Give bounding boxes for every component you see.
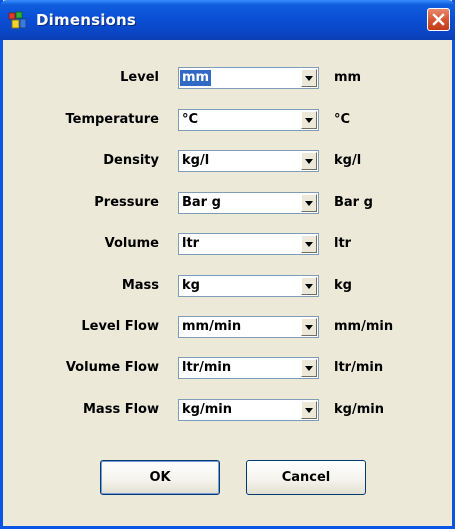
- temperature-select[interactable]: °C: [178, 109, 319, 131]
- chevron-down-icon: [305, 325, 313, 330]
- pressure-unit: Bar g: [334, 195, 373, 210]
- chevron-down-icon: [305, 159, 313, 164]
- mass-dropdown-button[interactable]: [301, 277, 317, 295]
- volume-flow-dropdown-button[interactable]: [301, 359, 317, 377]
- ok-button[interactable]: OK: [100, 460, 220, 495]
- volume-dropdown-button[interactable]: [301, 235, 317, 253]
- pressure-dropdown-button[interactable]: [301, 194, 317, 212]
- app-icon: [8, 11, 28, 31]
- close-button[interactable]: [427, 8, 450, 31]
- volume-flow-label: Volume Flow: [65, 360, 159, 375]
- pressure-select[interactable]: Bar g: [178, 192, 319, 214]
- mass-select[interactable]: kg: [178, 275, 319, 297]
- temperature-unit: °C: [334, 112, 351, 127]
- window-title: Dimensions: [36, 11, 137, 29]
- mass-flow-select[interactable]: kg/min: [178, 399, 319, 421]
- mass-select-value: kg: [182, 278, 200, 293]
- volume-flow-unit: ltr/min: [334, 360, 384, 375]
- level-flow-select-value: mm/min: [182, 319, 242, 334]
- cancel-button[interactable]: Cancel: [246, 460, 366, 495]
- volume-flow-select[interactable]: ltr/min: [178, 357, 319, 379]
- volume-unit: ltr: [334, 236, 352, 251]
- density-select[interactable]: kg/l: [178, 150, 319, 172]
- mass-flow-label: Mass Flow: [83, 402, 159, 417]
- pressure-select-value: Bar g: [182, 195, 221, 210]
- pressure-label: Pressure: [94, 195, 159, 210]
- volume-label: Volume: [104, 236, 159, 251]
- level-unit: mm: [334, 70, 362, 85]
- level-flow-label: Level Flow: [81, 319, 159, 334]
- level-select-value: mm: [180, 70, 212, 86]
- level-flow-select[interactable]: mm/min: [178, 316, 319, 338]
- temperature-select-value: °C: [182, 112, 199, 127]
- mass-flow-dropdown-button[interactable]: [301, 401, 317, 419]
- volume-select-value: ltr: [182, 236, 200, 251]
- temperature-dropdown-button[interactable]: [301, 111, 317, 129]
- level-flow-dropdown-button[interactable]: [301, 318, 317, 336]
- level-select[interactable]: mm: [178, 67, 319, 89]
- mass-label: Mass: [121, 278, 159, 293]
- title-bar[interactable]: Dimensions: [0, 0, 455, 40]
- temperature-label: Temperature: [65, 112, 159, 127]
- close-icon: [432, 13, 445, 26]
- dimensions-dialog: Dimensions Level mm mm Temperature °C °C…: [0, 0, 455, 529]
- chevron-down-icon: [305, 366, 313, 371]
- chevron-down-icon: [305, 242, 313, 247]
- level-label: Level: [120, 70, 159, 85]
- chevron-down-icon: [305, 201, 313, 206]
- chevron-down-icon: [305, 118, 313, 123]
- level-dropdown-button[interactable]: [301, 69, 317, 87]
- density-label: Density: [103, 153, 159, 168]
- density-unit: kg/l: [334, 153, 362, 168]
- density-select-value: kg/l: [182, 153, 210, 168]
- chevron-down-icon: [305, 284, 313, 289]
- density-dropdown-button[interactable]: [301, 152, 317, 170]
- mass-flow-select-value: kg/min: [182, 402, 232, 417]
- chevron-down-icon: [305, 408, 313, 413]
- volume-flow-select-value: ltr/min: [182, 360, 232, 375]
- mass-flow-unit: kg/min: [334, 402, 384, 417]
- chevron-down-icon: [305, 76, 313, 81]
- level-flow-unit: mm/min: [334, 319, 394, 334]
- mass-unit: kg: [334, 278, 352, 293]
- volume-select[interactable]: ltr: [178, 233, 319, 255]
